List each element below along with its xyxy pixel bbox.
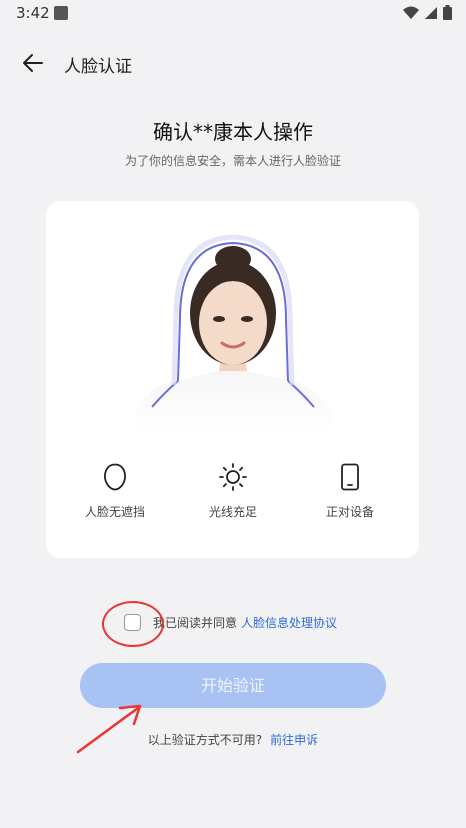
verification-heading: 确认**康本人操作 <box>153 120 313 144</box>
wifi-icon <box>403 6 419 19</box>
tip-label: 人脸无遮挡 <box>84 505 145 519</box>
tip-sufficient-light: 光线充足 <box>183 463 283 520</box>
tip-face-device: 正对设备 <box>300 463 400 520</box>
agreement-link[interactable]: 人脸信息处理协议 <box>241 614 337 631</box>
notification-icon <box>54 6 68 20</box>
battery-icon <box>443 5 452 20</box>
footer-text: 以上验证方式不可用? <box>147 733 263 747</box>
agreement-text: 我已阅读并同意 <box>153 615 238 630</box>
sun-icon <box>219 463 247 491</box>
tip-label: 正对设备 <box>325 505 374 519</box>
status-bar: 3:42 <box>0 0 466 26</box>
verification-subheading: 为了你的信息安全，需本人进行人脸验证 <box>124 154 341 168</box>
signal-icon <box>425 6 437 19</box>
face-outline-icon <box>104 463 126 491</box>
back-arrow-icon[interactable] <box>20 50 46 76</box>
page-title: 人脸认证 <box>64 57 132 77</box>
status-icons <box>403 5 452 20</box>
annotation-circle <box>102 601 164 647</box>
appeal-link[interactable]: 前往申诉 <box>270 733 318 747</box>
face-portrait-illustration <box>132 234 334 431</box>
app-bar: 人脸认证 <box>0 44 466 82</box>
annotation-arrow-icon <box>76 704 142 754</box>
tip-face-unobstructed: 人脸无遮挡 <box>65 463 165 520</box>
status-time: 3:42 <box>16 4 50 22</box>
face-guide-card: 人脸无遮挡 光线充足 正对设备 <box>46 201 419 558</box>
phone-icon <box>341 463 359 491</box>
tip-label: 光线充足 <box>208 505 257 519</box>
footer: 以上验证方式不可用? 前往申诉 <box>0 731 466 748</box>
